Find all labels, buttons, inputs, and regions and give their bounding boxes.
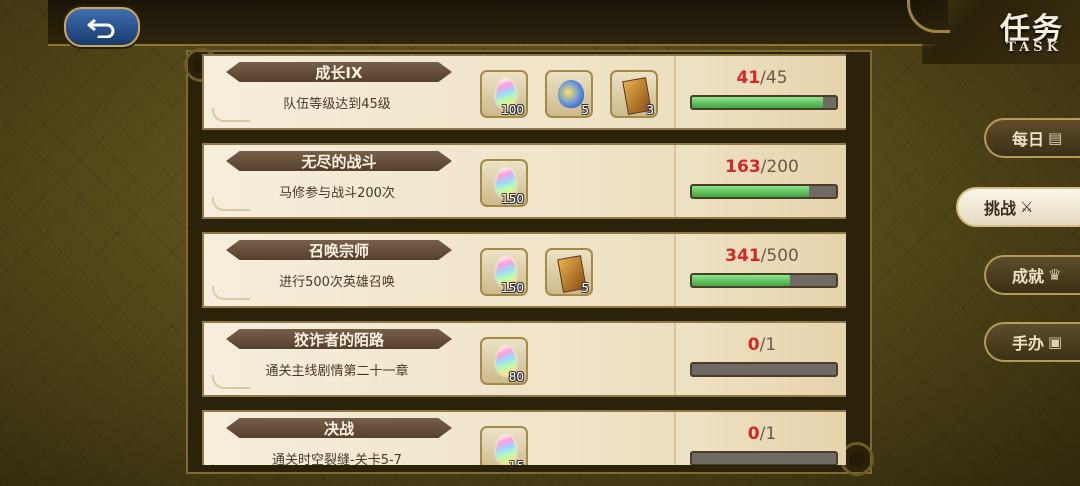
tab-label: 手办 [1012, 334, 1045, 353]
progress-text: 41/45 [676, 68, 846, 88]
progress-current: 0 [747, 424, 760, 444]
reward-count: 150 [501, 192, 524, 206]
reward-count: 5 [581, 103, 589, 117]
progress-text: 0/1 [676, 424, 846, 444]
progress-area: 41/45 [674, 56, 846, 128]
trophy-icon: ♛ [1048, 266, 1062, 284]
task-description: 通关时空裂缝-关卡5-7 [272, 453, 402, 465]
task-row[interactable]: 狡诈者的陌路 通关主线剧情第二十一章 80 0/1 [202, 321, 846, 397]
reward-item[interactable]: 5 [545, 70, 593, 118]
progress-total: /1 [759, 424, 777, 444]
tab-challenge[interactable]: 挑战 ⚔ [956, 187, 1080, 227]
progress-total: /500 [760, 246, 799, 266]
progress-current: 163 [725, 157, 761, 177]
tab-label: 挑战 [984, 199, 1017, 218]
progress-total: /200 [760, 157, 799, 177]
progress-text: 163/200 [676, 157, 846, 177]
task-name: 召唤宗师 [308, 241, 369, 260]
progress-bar [690, 362, 838, 377]
progress-bar [690, 184, 838, 199]
progress-bar-fill [692, 97, 824, 108]
progress-area: 341/500 [674, 234, 846, 306]
tab-label: 每日 [1012, 130, 1045, 149]
ornament-curl [212, 375, 250, 389]
task-name-banner: 召唤宗师 [226, 240, 452, 260]
progress-bar [690, 451, 838, 465]
task-name-banner: 决战 [226, 418, 452, 438]
ornament-curl [212, 108, 250, 122]
reward-count: 5 [581, 281, 589, 295]
task-name-banner: 狡诈者的陌路 [226, 329, 452, 349]
progress-area: 0/1 [674, 412, 846, 465]
task-name-banner: 成长IX [226, 62, 452, 82]
reward-item[interactable]: 5 [545, 248, 593, 296]
progress-current: 41 [736, 68, 761, 88]
task-name: 狡诈者的陌路 [293, 330, 384, 349]
reward-count: 80 [508, 370, 524, 384]
progress-area: 0/1 [674, 323, 846, 395]
title-box: 任务 TASK [907, 0, 1080, 64]
crossed-swords-icon: ⚔ [1020, 198, 1034, 216]
top-bar [48, 0, 948, 46]
reward-item[interactable]: 150 [480, 159, 528, 207]
reward-item[interactable]: 15 [480, 426, 528, 465]
reward-count: 3 [646, 103, 654, 117]
reward-count: 100 [501, 103, 524, 117]
ornament-curl [212, 464, 250, 465]
reward-item[interactable]: 3 [610, 70, 658, 118]
task-name: 成长IX [315, 63, 363, 82]
progress-current: 0 [747, 335, 760, 355]
reward-item[interactable]: 80 [480, 337, 528, 385]
progress-total: /1 [759, 335, 777, 355]
task-name-banner: 无尽的战斗 [226, 151, 452, 171]
task-row[interactable]: 召唤宗师 进行500次英雄召唤 150 5 341/500 [202, 232, 846, 308]
tab-figure[interactable]: 手办 ▣ [984, 322, 1080, 362]
reward-item[interactable]: 150 [480, 248, 528, 296]
progress-bar-fill [692, 275, 791, 286]
back-button[interactable] [64, 7, 140, 47]
ornament-curl [212, 197, 250, 211]
page-subtitle: TASK [1006, 40, 1062, 55]
task-row[interactable]: 无尽的战斗 马修参与战斗200次 150 163/200 [202, 143, 846, 219]
progress-bar [690, 273, 838, 288]
progress-area: 163/200 [674, 145, 846, 217]
back-arrow-icon [87, 18, 115, 38]
scroll-icon: ▤ [1048, 129, 1063, 147]
task-row[interactable]: 决战 通关时空裂缝-关卡5-7 15 0/1 [202, 410, 846, 465]
reward-count: 15 [509, 459, 524, 465]
progress-total: /45 [760, 68, 788, 88]
reward-count: 150 [501, 281, 524, 295]
progress-text: 341/500 [676, 246, 846, 266]
progress-current: 341 [725, 246, 761, 266]
task-row[interactable]: 成长IX 队伍等级达到45级 100 5 3 41/45 [202, 54, 846, 130]
figure-icon: ▣ [1048, 333, 1063, 351]
reward-item[interactable]: 100 [480, 70, 528, 118]
tab-achievement[interactable]: 成就 ♛ [984, 255, 1080, 295]
task-name: 无尽的战斗 [301, 152, 377, 171]
progress-bar-fill [692, 186, 810, 197]
tab-label: 成就 [1012, 267, 1045, 286]
task-list[interactable]: 成长IX 队伍等级达到45级 100 5 3 41/45 无尽的战斗 马修参与战… [202, 54, 846, 465]
progress-bar [690, 95, 838, 110]
ornament-curl [212, 286, 250, 300]
tab-daily[interactable]: 每日 ▤ [984, 118, 1080, 158]
task-name: 决战 [323, 419, 354, 438]
progress-text: 0/1 [676, 335, 846, 355]
